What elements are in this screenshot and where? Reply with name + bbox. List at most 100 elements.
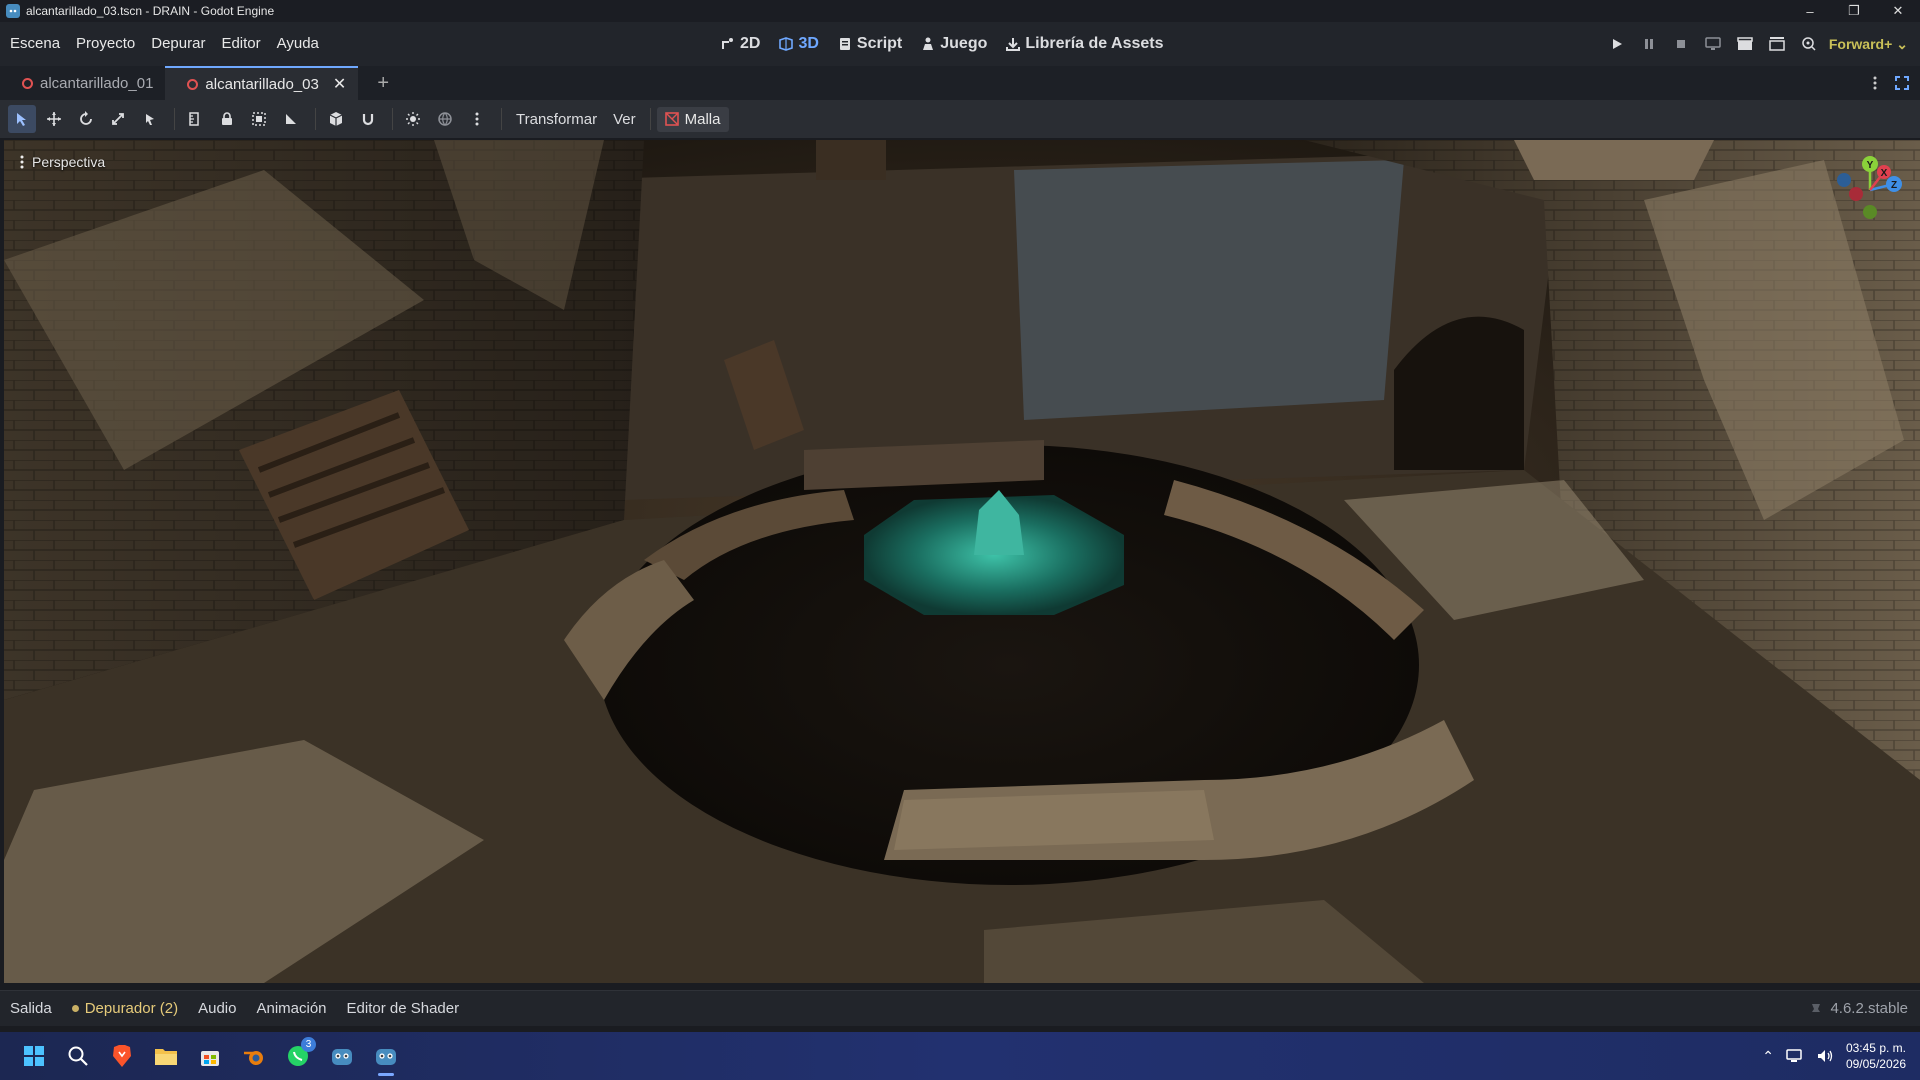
stop-button[interactable] (1670, 33, 1692, 55)
main-screen-switcher: 2D 3D Script Juego Librería de Assets (720, 22, 1164, 66)
movie-maker-button[interactable] (1798, 33, 1820, 55)
close-tab-icon[interactable]: ✕ (333, 74, 346, 94)
menu-proyecto[interactable]: Proyecto (68, 22, 143, 66)
menu-escena[interactable]: Escena (2, 22, 68, 66)
gizmo-z-label: Z (1891, 180, 1897, 191)
notification-badge: 3 (301, 1037, 316, 1052)
pause-button[interactable] (1638, 33, 1660, 55)
snap-button[interactable] (277, 105, 305, 133)
local-space-button[interactable] (322, 105, 350, 133)
bottom-tab-animacion[interactable]: Animación (246, 1000, 336, 1017)
start-button[interactable] (12, 1034, 56, 1078)
3d-icon (779, 37, 794, 51)
add-scene-tab-button[interactable]: + (366, 66, 400, 100)
play-icon (1613, 39, 1622, 49)
main-screen-2d[interactable]: 2D (720, 35, 760, 53)
tab-alcantarillado-03[interactable]: alcantarillado_03 ✕ (165, 66, 359, 100)
window-titlebar: alcantarillado_03.tscn - DRAIN - Godot E… (0, 0, 1920, 22)
taskbar-godot-inactive[interactable] (320, 1034, 364, 1078)
perspective-menu[interactable]: Perspectiva (20, 154, 105, 170)
menu-editor[interactable]: Editor (213, 22, 268, 66)
bottom-panel-bar: Salida Depurador (2) Audio Animación Edi… (0, 990, 1920, 1026)
restore-button[interactable]: ❐ (1832, 0, 1876, 22)
3d-viewport[interactable]: Perspectiva Y Z X (4, 140, 1920, 983)
main-screen-assetlib[interactable]: Librería de Assets (1005, 35, 1164, 53)
pointer-icon (146, 114, 154, 125)
engine-version[interactable]: 4.6.2.stable (1810, 1000, 1908, 1017)
preview-sun-button[interactable] (399, 105, 427, 133)
movie-maker-icon (1802, 37, 1816, 51)
group-button[interactable] (245, 105, 273, 133)
toolbar-separator (392, 108, 393, 130)
ruler-icon (189, 112, 199, 126)
preview-environment-button[interactable] (431, 105, 459, 133)
taskbar-whatsapp[interactable]: 3 (276, 1034, 320, 1078)
toolbar-separator (649, 108, 651, 130)
kebab-menu-icon[interactable] (1868, 75, 1882, 91)
volume-icon[interactable] (1816, 1048, 1834, 1064)
system-tray: ⌃ 03:45 p. m. 09/05/2026 (1762, 1032, 1906, 1080)
bottom-tab-shader-editor[interactable]: Editor de Shader (337, 1000, 470, 1017)
move-mode-button[interactable] (40, 105, 68, 133)
remote-debug-button[interactable] (1702, 33, 1724, 55)
taskbar-file-explorer[interactable] (144, 1034, 188, 1078)
use-snap-button[interactable] (354, 105, 382, 133)
play-scene-button[interactable] (1734, 33, 1756, 55)
scale-mode-button[interactable] (104, 105, 132, 133)
list-select-button[interactable] (136, 105, 164, 133)
sun-icon (406, 112, 420, 126)
close-window-button[interactable]: ✕ (1876, 0, 1920, 22)
taskbar-godot-active[interactable] (364, 1034, 408, 1078)
kebab-menu-icon (475, 112, 479, 126)
script-icon (839, 38, 850, 50)
lock-button[interactable] (213, 105, 241, 133)
chevron-down-icon: ⌄ (1896, 35, 1908, 52)
play-button[interactable] (1606, 33, 1628, 55)
menu-ayuda[interactable]: Ayuda (269, 22, 327, 66)
taskbar-brave[interactable] (100, 1034, 144, 1078)
blender-icon (244, 1051, 263, 1065)
rotate-mode-button[interactable] (72, 105, 100, 133)
move-icon (47, 112, 61, 126)
menu-depurar[interactable]: Depurar (143, 22, 213, 66)
clock-date: 09/05/2026 (1845, 1057, 1906, 1071)
view-menu[interactable]: Ver (605, 111, 644, 128)
chevron-up-icon[interactable]: ⌃ (1762, 1048, 1774, 1065)
gizmo-y-label: Y (1867, 160, 1874, 171)
select-icon (17, 113, 26, 126)
pin-icon (1812, 1003, 1821, 1012)
transform-menu[interactable]: Transformar (508, 111, 605, 128)
scene-render (4, 140, 1920, 983)
mesh-instance-icon (664, 112, 679, 126)
view-orientation-gizmo[interactable]: Y Z X (1834, 154, 1906, 226)
globe-icon (438, 112, 452, 126)
minimize-button[interactable]: – (1788, 0, 1832, 22)
snap-icon (286, 114, 296, 124)
bottom-tab-depurador[interactable]: Depurador (2) (62, 1000, 188, 1017)
play-custom-scene-button[interactable] (1766, 33, 1788, 55)
taskbar-search-button[interactable] (56, 1034, 100, 1078)
taskbar-blender[interactable] (232, 1034, 276, 1078)
select-mode-button[interactable] (8, 105, 36, 133)
2d-icon (722, 38, 733, 49)
system-clock[interactable]: 03:45 p. m. 09/05/2026 (1846, 1040, 1906, 1072)
distraction-free-icon[interactable] (1894, 75, 1910, 91)
main-screen-3d[interactable]: 3D (778, 35, 819, 53)
more-options-button[interactable] (463, 105, 491, 133)
tab-alcantarillado-01[interactable]: alcantarillado_01 (0, 66, 165, 100)
scene-3d-icon (22, 77, 33, 89)
network-icon[interactable] (1786, 1048, 1804, 1064)
mesh-menu[interactable]: Malla (656, 106, 729, 132)
main-screen-script[interactable]: Script (837, 35, 902, 53)
renderer-select[interactable]: Forward+ ⌄ (1829, 22, 1908, 66)
main-menu: Escena Proyecto Depurar Editor Ayuda (2, 22, 327, 66)
taskbar-store[interactable] (188, 1034, 232, 1078)
bottom-tab-audio[interactable]: Audio (188, 1000, 246, 1017)
godot-app-icon (6, 4, 20, 18)
game-icon (923, 37, 934, 50)
ruler-button[interactable] (181, 105, 209, 133)
search-icon (68, 1046, 88, 1066)
run-controls (1606, 22, 1820, 66)
bottom-tab-salida[interactable]: Salida (0, 1000, 62, 1017)
main-screen-juego[interactable]: Juego (920, 35, 987, 53)
